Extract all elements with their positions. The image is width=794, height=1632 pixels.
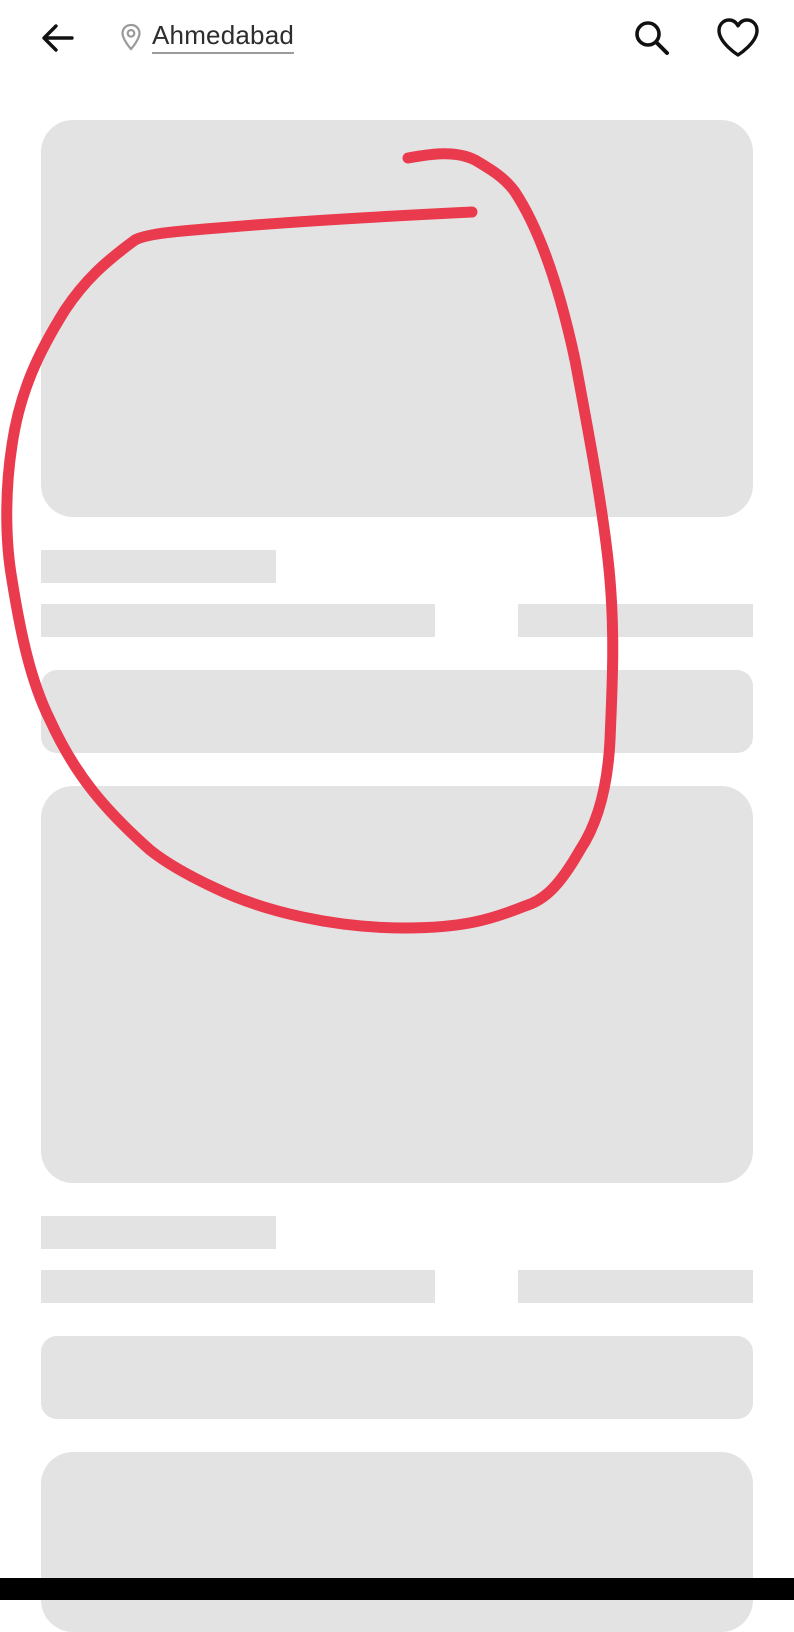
skeleton-meta-placeholder (518, 604, 753, 637)
location-pin-icon (118, 22, 144, 52)
skeleton-subtitle-placeholder (41, 1270, 435, 1303)
skeleton-title-placeholder (41, 1216, 276, 1249)
location-selector[interactable]: Ahmedabad (118, 16, 295, 58)
skeleton-image-placeholder (41, 1452, 753, 1632)
location-name: Ahmedabad (152, 20, 295, 54)
skeleton-subtitle-placeholder (41, 604, 435, 637)
search-button[interactable] (626, 12, 678, 64)
skeleton-title-placeholder (41, 550, 276, 583)
skeleton-image-placeholder (41, 786, 753, 1183)
arrow-left-icon (42, 24, 74, 52)
heart-icon (717, 18, 759, 57)
search-icon (635, 21, 669, 55)
skeleton-image-placeholder (41, 120, 753, 517)
skeleton-action-placeholder (41, 670, 753, 753)
top-app-bar: Ahmedabad (0, 0, 794, 80)
skeleton-action-placeholder (41, 1336, 753, 1419)
system-navigation-bar (0, 1578, 794, 1600)
favorites-button[interactable] (712, 12, 764, 64)
back-button[interactable] (34, 14, 82, 62)
skeleton-meta-placeholder (518, 1270, 753, 1303)
